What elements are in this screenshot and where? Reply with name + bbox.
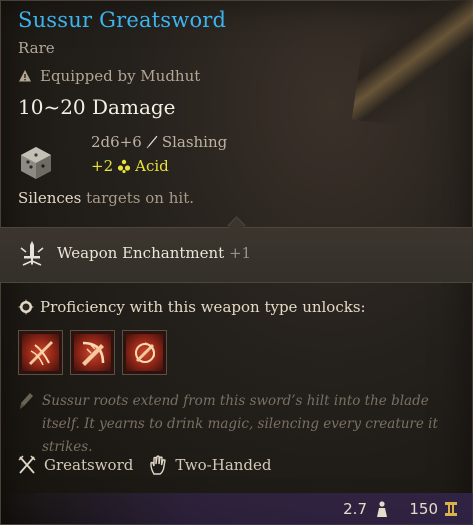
die-icon [21, 147, 51, 179]
action-lacerate[interactable] [70, 330, 115, 375]
item-weight: 2.7 [343, 500, 367, 518]
damage-type: Slashing [161, 133, 228, 151]
bonus-damage: +2 Acid [91, 157, 169, 175]
property-two-handed[interactable]: Two-Handed [149, 455, 272, 475]
gold-coin-icon [445, 502, 457, 516]
item-lore: Sussur roots extend from this sword’s hi… [18, 390, 458, 459]
equipped-by: Equipped by Mudhut [18, 67, 200, 85]
open-hand-icon [150, 455, 167, 475]
damage-dice: 2d6+6 [91, 133, 142, 151]
action-pommel-strike[interactable] [122, 330, 167, 375]
pommel-strike-icon [135, 342, 155, 363]
damage-roll: 2d6+6 Slashing [91, 133, 227, 151]
acid-icon [118, 159, 131, 174]
weapon-art-blade [351, 0, 473, 139]
warning-icon [19, 70, 31, 82]
property-label: Two-Handed [175, 456, 272, 474]
item-properties: Greatsword Two-Handed [18, 455, 288, 475]
proficiency-icon [18, 299, 34, 315]
item-name: Sussur Greatsword [18, 8, 227, 32]
enchantment-sword-icon [20, 241, 44, 266]
item-price: 150 [409, 500, 438, 518]
slashing-icon [146, 135, 158, 149]
bonus-type: Acid [135, 157, 169, 175]
equipped-by-label: Equipped by Mudhut [40, 67, 201, 85]
proficiency-header: Proficiency with this weapon type unlock… [18, 298, 366, 316]
lore-text: Sussur roots extend from this sword’s hi… [42, 393, 438, 455]
damage-range: 10~20 Damage [18, 95, 176, 119]
passive-text: targets on hit. [81, 189, 194, 207]
bonus-value: +2 [91, 157, 114, 175]
property-label: Greatsword [44, 456, 134, 474]
footer-bar [0, 493, 473, 525]
passive-effect[interactable]: Silences targets on hit. [18, 189, 194, 207]
quill-icon [20, 393, 33, 409]
item-rarity: Rare [18, 39, 55, 57]
proficiency-text: Proficiency with this weapon type unlock… [40, 298, 366, 316]
lacerate-icon [82, 341, 105, 366]
cleave-icon [29, 341, 53, 366]
action-cleave[interactable] [18, 330, 63, 375]
weight-icon [377, 501, 387, 517]
crossed-swords-icon [18, 455, 36, 474]
property-greatsword[interactable]: Greatsword [18, 455, 133, 475]
enchantment-label[interactable]: Weapon Enchantment +1 [57, 244, 251, 262]
enchantment-value: +1 [228, 244, 252, 262]
passive-keyword[interactable]: Silences [18, 189, 81, 207]
enchantment-name: Weapon Enchantment [57, 244, 225, 262]
